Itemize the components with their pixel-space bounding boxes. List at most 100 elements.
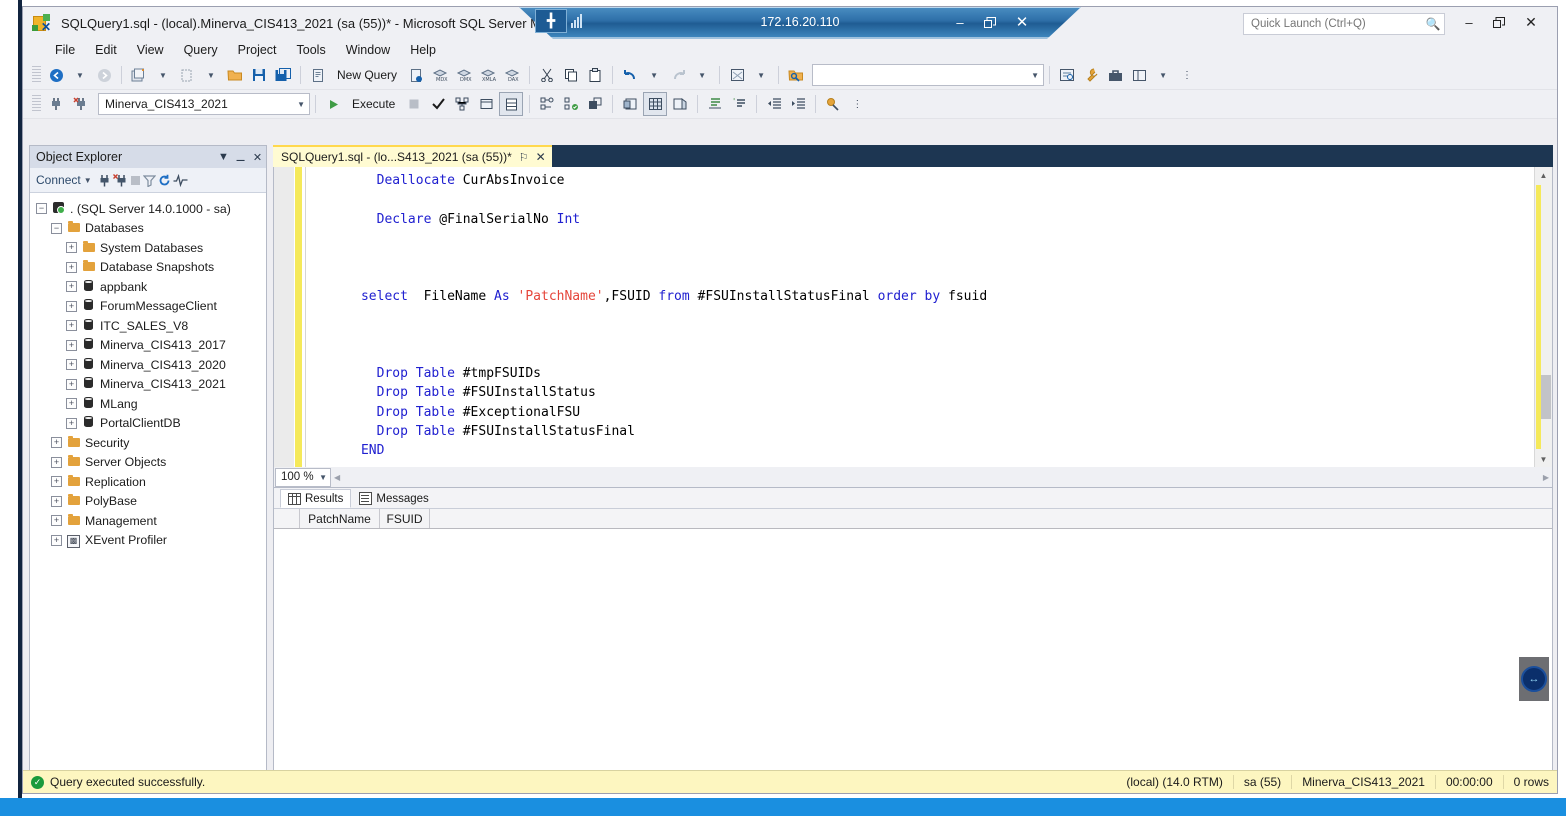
copy-icon[interactable] <box>560 64 582 86</box>
redo-icon[interactable] <box>667 64 689 86</box>
expand-toggle-icon[interactable]: + <box>66 261 77 273</box>
expand-toggle-icon[interactable]: + <box>51 476 62 488</box>
menu-item-tools[interactable]: Tools <box>287 41 336 59</box>
new-query-button[interactable]: New Query <box>331 64 403 86</box>
include-actual-plan-icon[interactable] <box>536 93 558 115</box>
open-file-dropdown[interactable]: ▼ <box>200 64 222 86</box>
object-explorer-details-icon[interactable] <box>726 64 748 86</box>
tree-node[interactable]: − . (SQL Server 14.0.1000 - sa) <box>30 199 266 219</box>
close-icon[interactable]: ✕ <box>249 151 266 164</box>
tab-results[interactable]: Results <box>280 489 352 508</box>
chevron-down-icon[interactable]: ▼ <box>297 100 305 109</box>
include-live-plan-icon[interactable] <box>584 93 606 115</box>
new-mdx-query-icon[interactable]: MDX <box>429 64 451 86</box>
expand-toggle-icon[interactable]: + <box>66 281 77 293</box>
chevron-down-icon[interactable]: ▼ <box>215 151 232 163</box>
tree-node[interactable]: + Management <box>30 511 266 531</box>
specify-values-icon[interactable] <box>822 93 844 115</box>
collapse-toggle-icon[interactable]: − <box>51 222 62 234</box>
scroll-left-button[interactable]: ◀ <box>334 473 340 482</box>
rdp-restore-button[interactable] <box>977 11 1003 33</box>
chevron-down-icon[interactable]: ▼ <box>84 176 92 185</box>
decrease-indent-icon[interactable] <box>763 93 785 115</box>
tree-node[interactable]: + appbank <box>30 277 266 297</box>
stop-icon[interactable] <box>130 175 141 186</box>
expand-toggle-icon[interactable]: + <box>66 300 77 312</box>
menu-item-query[interactable]: Query <box>174 41 228 59</box>
find-in-files-icon[interactable] <box>1056 64 1078 86</box>
open-file-icon[interactable] <box>176 64 198 86</box>
menu-item-file[interactable]: File <box>45 41 85 59</box>
pin-icon[interactable]: ⚊ <box>232 151 249 164</box>
toolbar-overflow-icon[interactable]: ⋮ <box>1176 64 1198 86</box>
tree-node[interactable]: + ITC_SALES_V8 <box>30 316 266 336</box>
results-to-file-icon[interactable] <box>669 93 691 115</box>
expand-toggle-icon[interactable]: + <box>51 515 62 527</box>
navigate-back-icon[interactable] <box>45 64 67 86</box>
window-minimize-button[interactable]: – <box>1455 11 1483 33</box>
pin-icon[interactable]: ⚐ <box>519 151 529 164</box>
disconnect-plug-icon[interactable] <box>112 173 128 187</box>
execute-button[interactable]: Execute <box>346 93 401 115</box>
window-close-button[interactable]: ✕ <box>1517 11 1545 33</box>
expand-toggle-icon[interactable]: + <box>51 534 62 546</box>
tree-node[interactable]: + Server Objects <box>30 453 266 473</box>
execute-icon[interactable] <box>322 93 344 115</box>
tree-node[interactable]: + ▩ XEvent Profiler <box>30 531 266 551</box>
object-explorer-dropdown[interactable]: ▼ <box>750 64 772 86</box>
available-databases-combo[interactable]: Minerva_CIS413_2021 ▼ <box>98 93 310 115</box>
open-folder-icon[interactable] <box>224 64 246 86</box>
sql-editor[interactable]: Deallocate CurAbsInvoice Declare @FinalS… <box>273 167 1553 467</box>
toolbox-icon[interactable] <box>1104 64 1126 86</box>
scrollbar-thumb[interactable] <box>1541 375 1551 419</box>
document-tab-sqlquery1[interactable]: SQLQuery1.sql - (lo...S413_2021 (sa (55)… <box>273 145 552 167</box>
tree-node[interactable]: + MLang <box>30 394 266 414</box>
tree-node[interactable]: + PortalClientDB <box>30 414 266 434</box>
query-toolbar-overflow-icon[interactable]: ⋮ <box>846 93 868 115</box>
increase-indent-icon[interactable] <box>787 93 809 115</box>
editor-horizontal-scrollbar[interactable]: ◀ ▶ <box>331 468 1552 486</box>
tree-node[interactable]: − Databases <box>30 219 266 239</box>
grid-select-all-corner[interactable] <box>274 509 300 528</box>
tree-node[interactable]: + ForumMessageClient <box>30 297 266 317</box>
new-project-dropdown[interactable]: ▼ <box>152 64 174 86</box>
quick-launch-input[interactable] <box>1249 17 1425 31</box>
scroll-up-button[interactable]: ▲ <box>1535 167 1552 183</box>
activity-monitor-icon[interactable] <box>173 173 188 187</box>
expand-toggle-icon[interactable]: + <box>66 320 77 332</box>
connect-button[interactable]: Connect ▼ <box>36 173 92 187</box>
scroll-right-button[interactable]: ▶ <box>1543 473 1549 482</box>
chevron-down-icon[interactable]: ▼ <box>1031 71 1039 80</box>
editor-vertical-scrollbar[interactable]: ✥ ▲ ▼ <box>1534 167 1552 467</box>
tree-node[interactable]: + Minerva_CIS413_2017 <box>30 336 266 356</box>
save-all-icon[interactable] <box>272 64 294 86</box>
rdp-close-button[interactable]: ✕ <box>1009 11 1035 33</box>
connect-plug-icon[interactable] <box>45 93 67 115</box>
expand-toggle-icon[interactable]: + <box>51 495 62 507</box>
results-to-text-icon[interactable] <box>619 93 641 115</box>
menu-item-view[interactable]: View <box>127 41 174 59</box>
expand-toggle-icon[interactable]: + <box>66 359 77 371</box>
quick-launch-container[interactable]: 🔍 <box>1243 13 1445 35</box>
new-dax-query-icon[interactable]: DAX <box>501 64 523 86</box>
collapse-toggle-icon[interactable]: − <box>36 203 47 215</box>
window-restore-button[interactable] <box>1485 11 1513 33</box>
refresh-icon[interactable] <box>158 174 171 187</box>
redo-dropdown[interactable]: ▼ <box>691 64 713 86</box>
registered-servers-icon[interactable] <box>785 64 807 86</box>
results-to-grid-toggle-icon[interactable] <box>499 92 524 116</box>
menu-item-project[interactable]: Project <box>228 41 287 59</box>
undo-icon[interactable] <box>619 64 641 86</box>
menu-item-help[interactable]: Help <box>400 41 446 59</box>
grid-column-header-patchname[interactable]: PatchName <box>300 509 380 528</box>
toolbar-grip[interactable] <box>32 95 41 113</box>
tree-node[interactable]: + Minerva_CIS413_2021 <box>30 375 266 395</box>
scroll-down-button[interactable]: ▼ <box>1535 451 1552 467</box>
comment-icon[interactable] <box>704 93 726 115</box>
new-query-doc-icon[interactable] <box>307 64 329 86</box>
stop-icon[interactable] <box>403 93 425 115</box>
undo-dropdown[interactable]: ▼ <box>643 64 665 86</box>
display-estimated-plan-icon[interactable] <box>451 93 473 115</box>
sql-code-text[interactable]: Deallocate CurAbsInvoice Declare @FinalS… <box>314 167 987 460</box>
toolbar-grip[interactable] <box>32 66 41 84</box>
